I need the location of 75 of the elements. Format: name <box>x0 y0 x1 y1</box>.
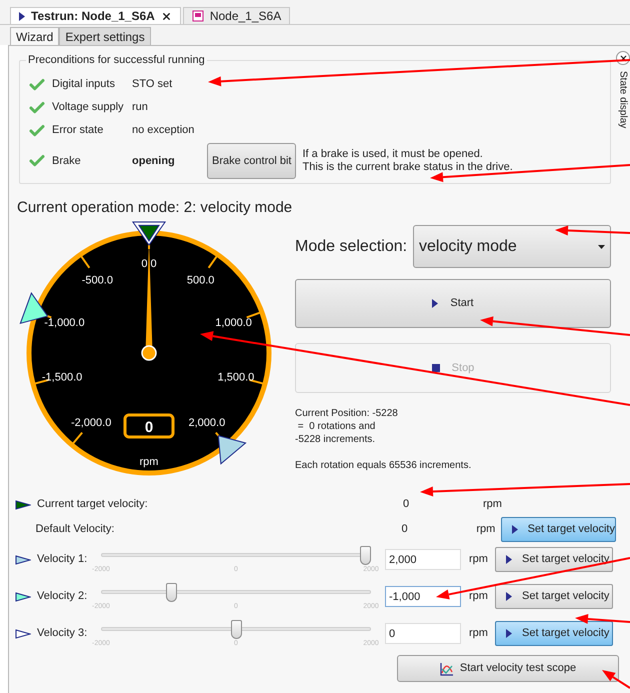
precondition-value: STO set <box>132 77 174 92</box>
velocity-label: Default Velocity: <box>36 522 116 538</box>
unit-label: rpm <box>469 552 488 568</box>
brake-note: This is the current brake status in the drive. <box>302 161 513 174</box>
brake-note: If a brake is used, it must be opened. <box>302 148 484 161</box>
annotation-arrow <box>575 614 630 624</box>
unit-label: rpm <box>469 626 488 642</box>
velocity-label: Velocity 1: <box>37 552 88 568</box>
chart-icon <box>440 662 454 676</box>
gauge-tick-label: -2,000.0 <box>70 416 112 429</box>
unit-label: rpm <box>476 522 496 538</box>
gauge-tick-label: 1,000.0 <box>215 317 252 330</box>
mode-selection-label: Mode selection: <box>295 236 408 256</box>
precondition-label: Error state <box>52 123 104 138</box>
rotation-info: Each rotation equals 65536 increments. <box>295 459 472 472</box>
play-icon <box>19 12 25 20</box>
precondition-label: Voltage supply <box>52 100 125 116</box>
velocity-label: Velocity 3: <box>37 626 88 642</box>
precondition-value: run <box>132 100 149 116</box>
position-info: Current Position: -5228 <box>295 407 399 420</box>
tab[interactable]: Expert settings <box>59 27 151 45</box>
start-scope-button[interactable]: Start velocity test scope <box>397 655 619 682</box>
unit-label: rpm <box>483 497 502 512</box>
slider-thumb[interactable] <box>360 546 371 565</box>
set-target-velocity-button[interactable]: Set target velocity <box>495 547 613 572</box>
brake-control-button[interactable]: Brake control bit <box>207 143 296 179</box>
play-icon <box>512 525 518 534</box>
gauge-readout: 0 <box>144 419 154 436</box>
slider-track[interactable] <box>101 583 371 602</box>
unit-label: rpm <box>469 589 488 604</box>
device-icon <box>192 10 204 22</box>
group-title: Preconditions for successful running <box>26 52 207 68</box>
gauge-tick-label: 500.0 <box>186 274 214 286</box>
velocity-label: Velocity 2: <box>37 589 88 604</box>
side-panel-tab[interactable]: State display <box>616 71 630 128</box>
gauge-tick-label: -1,500.0 <box>42 371 82 384</box>
gauge-tick-label: 1,500.0 <box>218 371 254 384</box>
editor-tab[interactable]: Testrun: Node_1_S6A <box>10 7 181 24</box>
slider-track[interactable] <box>101 546 371 565</box>
mode-dropdown[interactable]: velocity mode <box>413 225 611 268</box>
position-info: = 0 rotations and <box>296 420 376 433</box>
set-target-velocity-button[interactable]: Set target velocity <box>495 584 613 609</box>
velocity-value: 0 <box>402 497 410 512</box>
velocity-label: Current target velocity: <box>37 497 149 512</box>
slider-thumb[interactable] <box>166 583 177 602</box>
gauge-tick-label: 2,000.0 <box>188 416 226 429</box>
dropdown-caret-icon <box>598 244 605 248</box>
annotation-arrow <box>602 670 630 689</box>
precondition-label: Digital inputs <box>52 77 116 92</box>
precondition-value: opening <box>132 154 176 169</box>
precondition-label: Brake <box>52 154 82 169</box>
editor-tab[interactable]: Node_1_S6A <box>182 7 290 24</box>
tab[interactable]: Wizard <box>10 27 60 45</box>
precondition-value: no exception <box>132 123 196 138</box>
start-button[interactable]: Start <box>295 279 611 328</box>
set-target-velocity-button[interactable]: Set target velocity <box>495 621 613 646</box>
velocity-value: 0 <box>400 522 408 538</box>
position-info: -5228 increments. <box>295 433 376 446</box>
slider-thumb[interactable] <box>230 620 242 639</box>
play-icon <box>506 629 512 638</box>
gauge-tick-label: -500.0 <box>82 274 113 286</box>
stop-icon <box>432 364 440 372</box>
play-icon <box>506 592 512 601</box>
close-icon[interactable] <box>160 10 172 22</box>
slider-track[interactable] <box>101 620 371 639</box>
play-icon <box>432 299 438 308</box>
velocity-input[interactable]: -1,000 <box>385 586 461 607</box>
gauge-tick-label: -1,000.0 <box>44 317 85 330</box>
gauge-readout-frame <box>124 414 174 438</box>
velocity-input[interactable]: 0 <box>385 623 461 644</box>
operation-mode-title: Current operation mode: 2: velocity mode <box>17 198 294 218</box>
velocity-input[interactable]: 2,000 <box>385 549 461 570</box>
set-target-velocity-button[interactable]: Set target velocity <box>500 517 616 542</box>
play-icon <box>506 555 512 564</box>
gauge-unit: rpm <box>140 456 158 468</box>
